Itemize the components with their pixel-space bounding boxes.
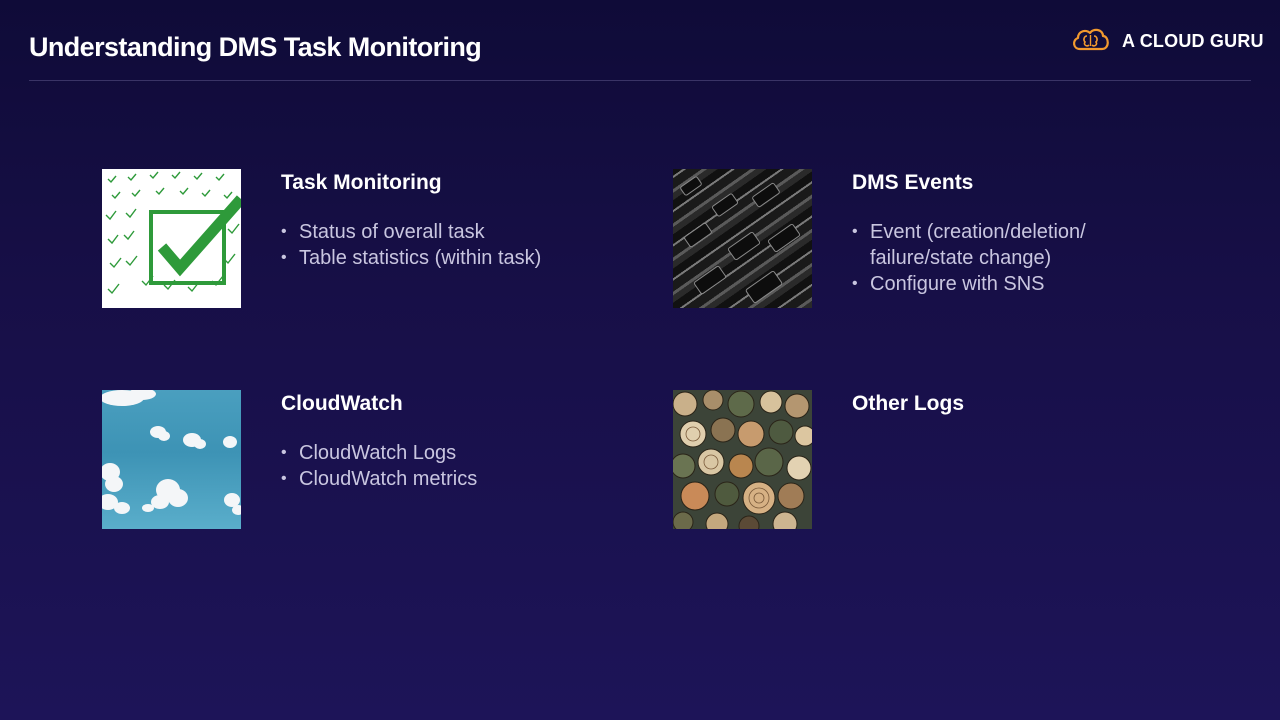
bullet-list-cloudwatch: CloudWatch Logs CloudWatch metrics xyxy=(281,440,477,492)
card-title-other-logs: Other Logs xyxy=(852,392,965,415)
list-item: Event (creation/deletion/ failure/state … xyxy=(852,219,1086,271)
list-item: CloudWatch metrics xyxy=(281,466,477,492)
brand-logo: A CLOUD GURU xyxy=(1070,26,1264,57)
list-item: Table statistics (within task) xyxy=(281,245,541,271)
bullet-list-dms-events: Event (creation/deletion/ failure/state … xyxy=(852,219,1086,297)
cloud-brain-icon xyxy=(1070,26,1112,57)
bullet-list-task-monitoring: Status of overall task Table statistics … xyxy=(281,219,541,271)
header-divider xyxy=(29,80,1251,81)
list-item-line: failure/state change) xyxy=(870,247,1052,269)
sky-clouds-image xyxy=(102,390,241,529)
list-item-line: Event (creation/deletion/ xyxy=(870,221,1086,243)
wood-logs-image xyxy=(673,390,812,529)
card-title-task-monitoring: Task Monitoring xyxy=(281,171,442,194)
list-item: Status of overall task xyxy=(281,219,541,245)
checkmark-pattern-image xyxy=(102,169,241,308)
list-item: CloudWatch Logs xyxy=(281,440,477,466)
brand-name: A CLOUD GURU xyxy=(1122,31,1264,51)
slide-title: Understanding DMS Task Monitoring xyxy=(29,32,482,62)
server-rack-image xyxy=(673,169,812,308)
list-item: Configure with SNS xyxy=(852,271,1086,297)
card-title-dms-events: DMS Events xyxy=(852,171,974,194)
card-title-cloudwatch: CloudWatch xyxy=(281,392,403,415)
